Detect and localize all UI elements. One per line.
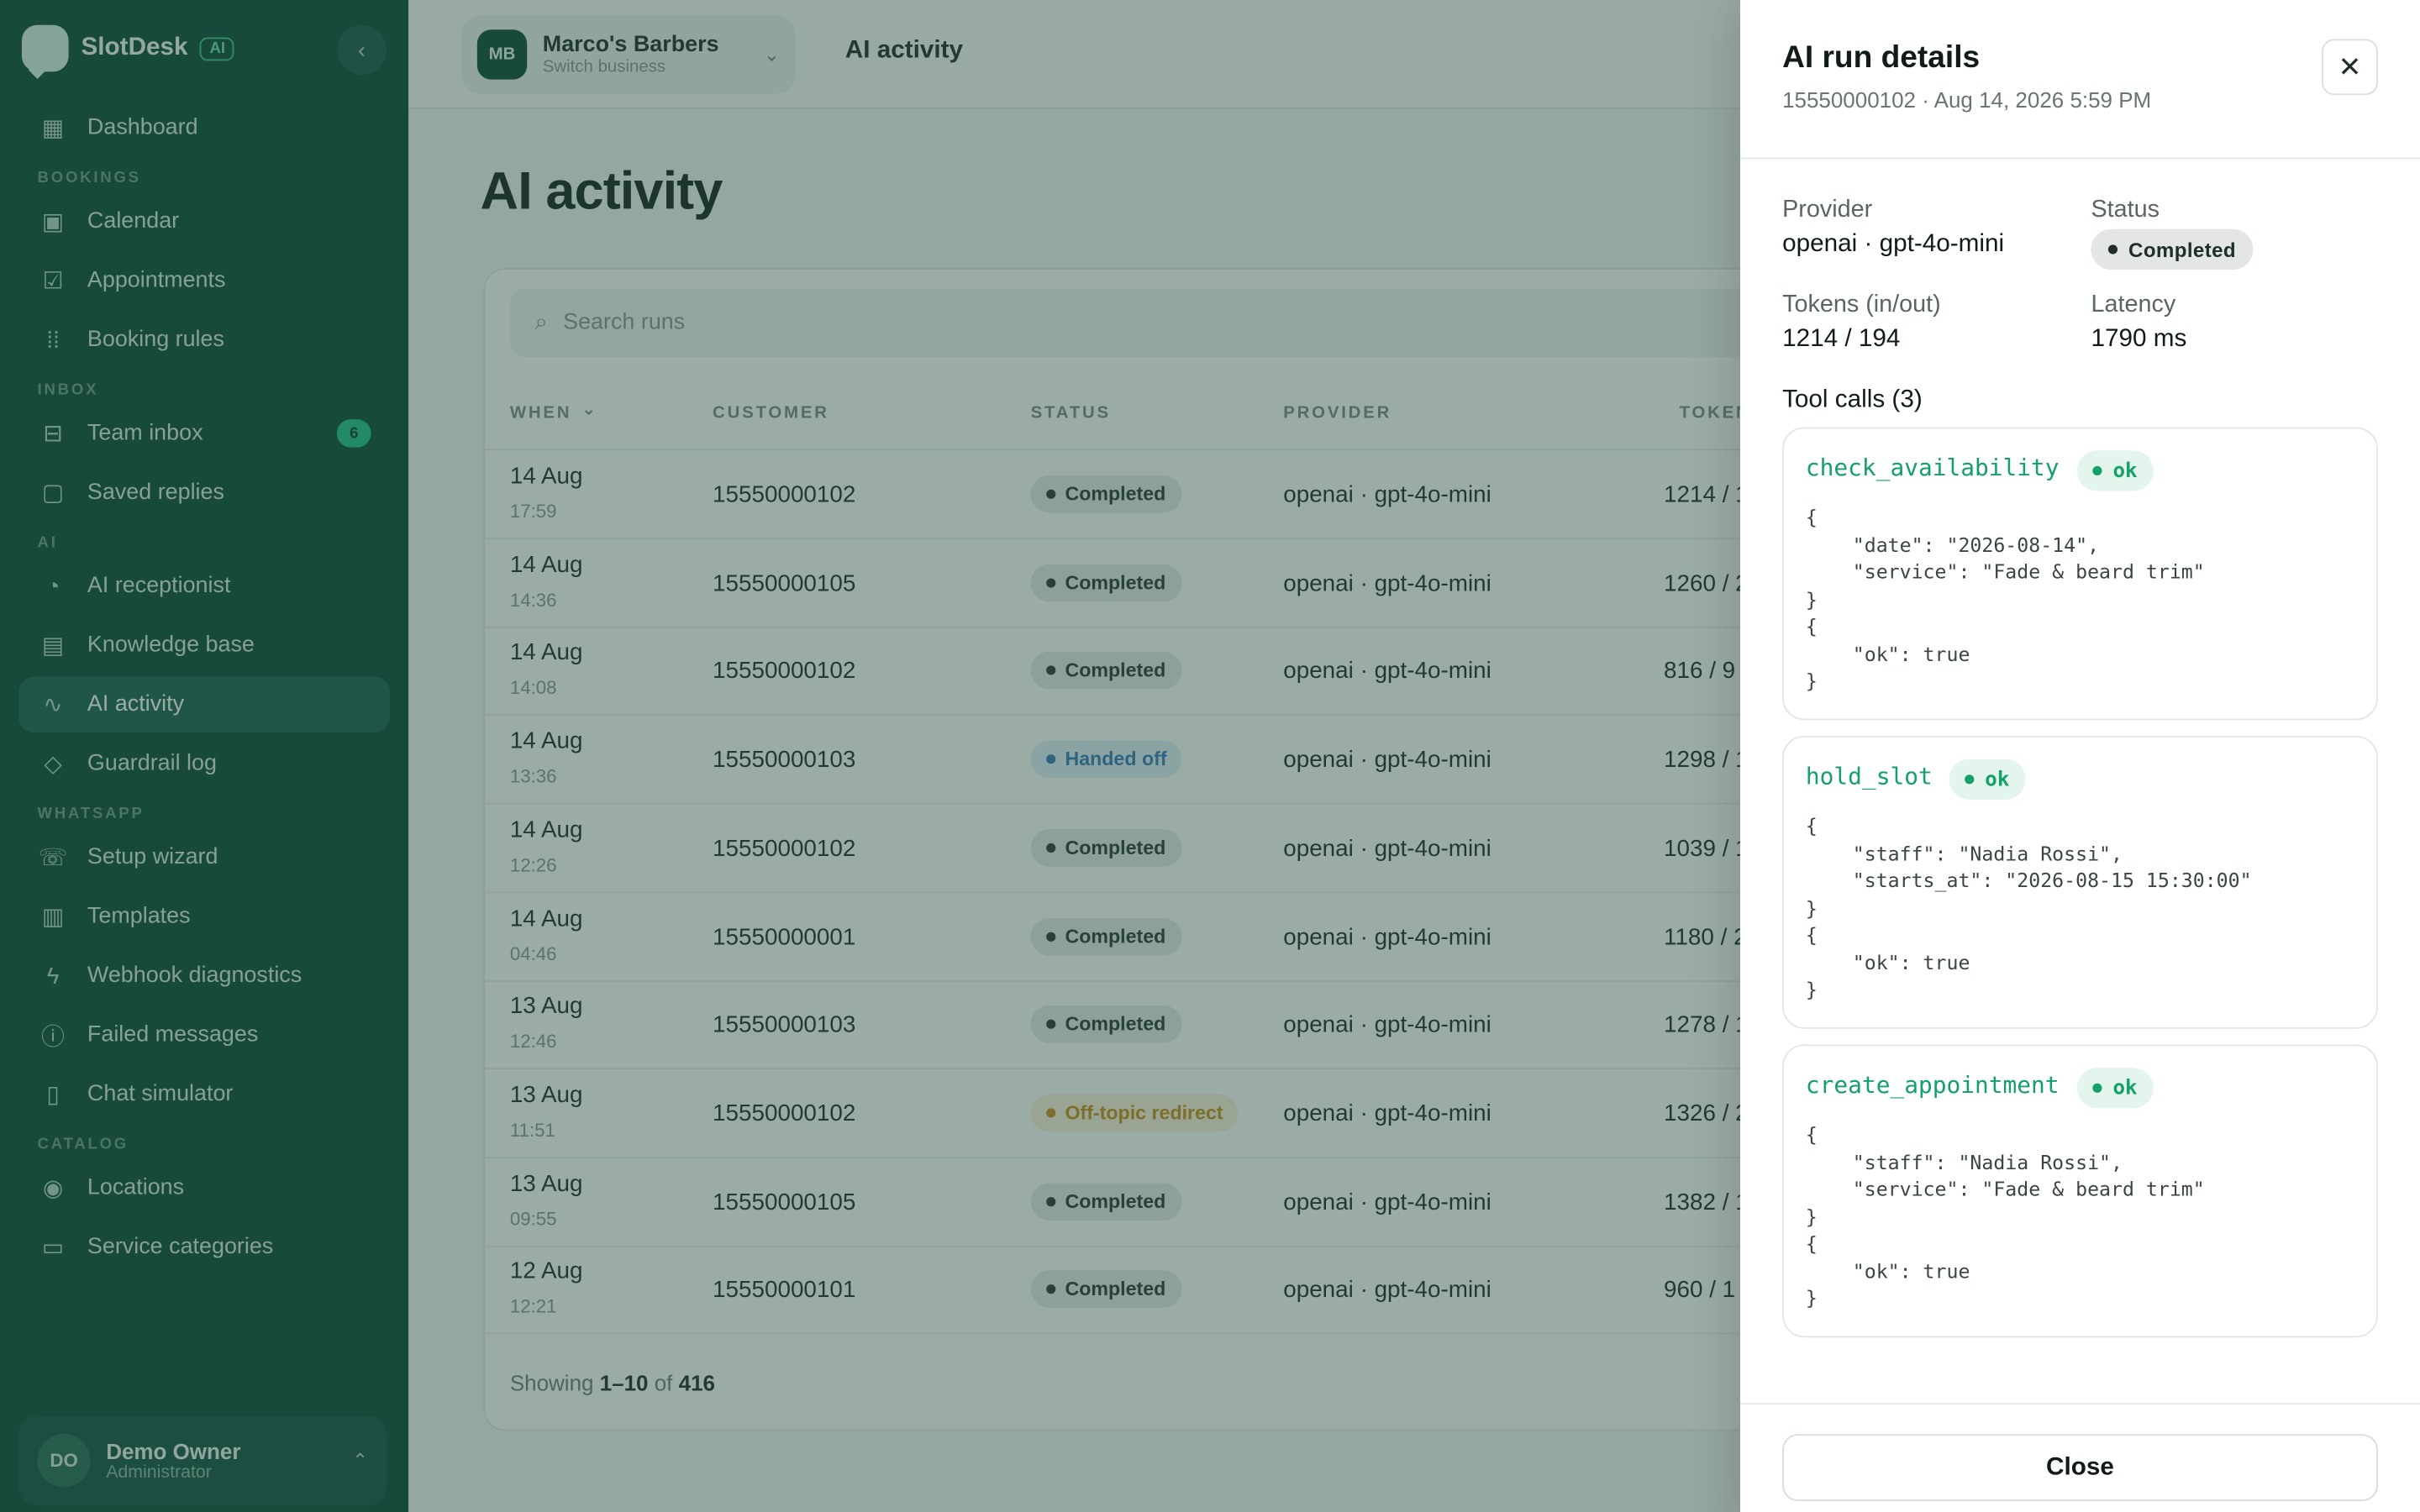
tool-call-payload: { "staff": "Nadia Rossi", "starts_at": "… (1805, 813, 2252, 1001)
drawer-header: AI run details 15550000102 · Aug 14, 202… (1739, 0, 2420, 160)
tool-call-name: create_appointment (1805, 1070, 2060, 1100)
status-label: Status (2091, 196, 2160, 223)
latency-value: 1790 ms (2091, 325, 2187, 353)
tool-calls-title: Tool calls (3) (1782, 386, 1923, 413)
status-dot (2107, 244, 2118, 255)
status-dot (2092, 465, 2102, 475)
drawer-subtitle: 15550000102 · Aug 14, 2026 5:59 PM (1782, 87, 2152, 113)
tool-call-payload: { "date": "2026-08-14", "service": "Fade… (1805, 505, 2205, 692)
status-badge: Completed (2091, 228, 2254, 270)
tool-call-card: check_availability ok { "date": "2026-08-1… (1782, 427, 2378, 721)
close-button[interactable]: Close (1782, 1434, 2378, 1502)
close-icon: ✕ (2338, 50, 2362, 82)
provider-value: openai · gpt-4o-mini (1782, 230, 2005, 258)
tool-call-status-badge: ok (2076, 1068, 2154, 1109)
tool-call-status: ok (1985, 767, 2010, 791)
provider-label: Provider (1782, 196, 1873, 223)
tool-call-status-badge: ok (2076, 450, 2154, 491)
tool-call-status: ok (2112, 1076, 2138, 1100)
drawer-title: AI run details (1782, 40, 1981, 76)
close-drawer-button[interactable]: ✕ (2322, 39, 2378, 96)
tool-call-payload: { "staff": "Nadia Rossi", "service": "Fa… (1805, 1122, 2205, 1310)
latency-label: Latency (2091, 291, 2176, 318)
tool-call-name: check_availability (1805, 454, 2060, 482)
tool-call-card: create_appointment ok { "staff": "Nadia Ro… (1782, 1044, 2378, 1338)
tool-call-status-badge: ok (1949, 759, 2025, 800)
status-dot (1965, 774, 1975, 785)
status-value: Completed (2128, 237, 2237, 261)
tool-call-name: hold_slot (1805, 762, 1933, 790)
app-root: SlotDesk AI ‹ ▦ Dashboard BOOKINGS ▣ Calenda… (0, 0, 2420, 1512)
run-details-drawer: AI run details 15550000102 · Aug 14, 202… (1739, 0, 2420, 1512)
tokens-label: Tokens (in/out) (1782, 291, 1941, 318)
status-dot (2092, 1083, 2102, 1093)
tool-call-status: ok (2112, 459, 2138, 483)
drawer-footer: Close (1739, 1403, 2420, 1512)
tokens-value: 1214 / 194 (1782, 325, 1901, 353)
tool-call-card: hold_slot ok { "staff": "Nadia Rossi", "st… (1782, 735, 2378, 1029)
